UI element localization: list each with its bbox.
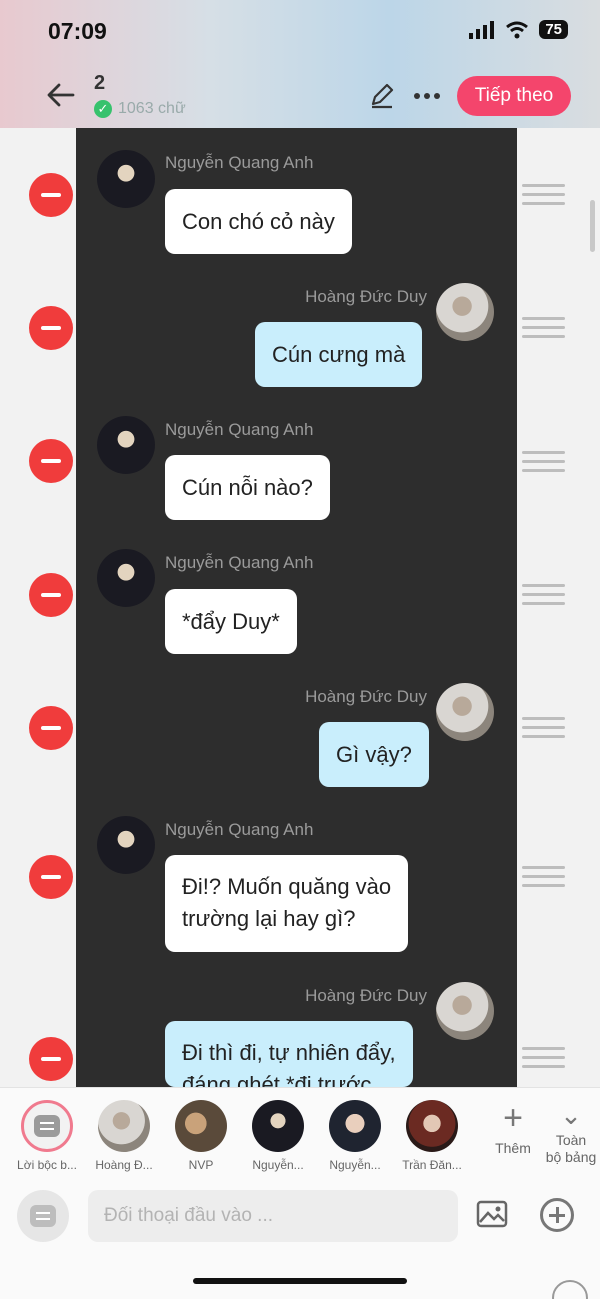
character-label: Trần Đăn... xyxy=(402,1158,462,1172)
dialogue-input[interactable] xyxy=(88,1190,458,1242)
edit-button[interactable] xyxy=(368,82,396,110)
all-characters-button[interactable]: ⌄ Toàn bộ bảng xyxy=(536,1100,600,1166)
sender-name: Nguyễn Quang Anh xyxy=(165,153,314,172)
character-label: Nguyễn... xyxy=(252,1158,304,1172)
message-bubble[interactable]: Đi!? Muốn quăng vào trường lại hay gì? xyxy=(165,855,409,952)
character-item[interactable]: Nguyễn... xyxy=(320,1100,390,1172)
status-time: 07:09 xyxy=(48,18,107,44)
home-indicator xyxy=(193,1278,407,1284)
add-button[interactable] xyxy=(540,1198,574,1232)
wifi-icon xyxy=(506,21,529,38)
avatar xyxy=(97,150,155,208)
character-bar: Lời bộc b... Hoàng Đ... NVP Nguyễn... Ng… xyxy=(0,1087,600,1177)
narration-toggle-button[interactable] xyxy=(17,1190,69,1242)
message-bubble[interactable]: Cún cưng mà xyxy=(255,322,423,387)
narration-avatar xyxy=(21,1100,73,1152)
more-button[interactable] xyxy=(410,82,444,110)
character-item[interactable]: Trần Đăn... xyxy=(397,1100,467,1172)
image-button[interactable] xyxy=(476,1200,508,1230)
drag-handle-icon[interactable] xyxy=(522,584,565,606)
sender-name: Hoàng Đức Duy xyxy=(305,287,427,306)
character-label: NVP xyxy=(188,1158,214,1172)
avatar xyxy=(97,549,155,607)
sender-name: Hoàng Đức Duy xyxy=(305,687,427,706)
character-item[interactable]: Nguyễn... xyxy=(243,1100,313,1172)
character-narration[interactable]: Lời bộc b... xyxy=(12,1100,82,1172)
next-button[interactable]: Tiếp theo xyxy=(457,76,571,116)
message-bubble[interactable]: *đẩy Duy* xyxy=(165,589,297,654)
signal-icon xyxy=(469,20,495,39)
avatar xyxy=(252,1100,304,1152)
delete-message-button[interactable] xyxy=(29,706,73,750)
drag-handle-icon[interactable] xyxy=(522,1047,565,1069)
reorder-gutter xyxy=(517,128,600,1088)
sender-name: Hoàng Đức Duy xyxy=(305,986,427,1005)
drag-handle-icon[interactable] xyxy=(522,317,565,339)
avatar xyxy=(97,416,155,474)
drag-handle-icon[interactable] xyxy=(522,184,565,206)
image-icon xyxy=(476,1200,508,1228)
delete-message-button[interactable] xyxy=(29,439,73,483)
avatar xyxy=(436,683,494,741)
delete-message-button[interactable] xyxy=(29,573,73,617)
avatar xyxy=(406,1100,458,1152)
message-bubble[interactable]: Cún nỗi nào? xyxy=(165,455,330,520)
character-label: Lời bộc b... xyxy=(17,1158,77,1172)
character-item[interactable]: NVP xyxy=(166,1100,236,1172)
drag-handle-icon[interactable] xyxy=(522,717,565,739)
sender-name: Nguyễn Quang Anh xyxy=(165,820,314,839)
sender-name: Nguyễn Quang Anh xyxy=(165,420,314,439)
delete-message-button[interactable] xyxy=(29,1037,73,1081)
avatar xyxy=(97,816,155,874)
character-label: Hoàng Đ... xyxy=(95,1158,153,1172)
delete-message-button[interactable] xyxy=(29,306,73,350)
chat-bubble-icon xyxy=(30,1205,56,1227)
word-count: ✓ 1063 chữ xyxy=(94,100,186,118)
message-bubble[interactable]: Con chó cỏ này xyxy=(165,189,352,254)
avatar xyxy=(436,982,494,1040)
pencil-icon xyxy=(371,83,394,109)
drag-handle-icon[interactable] xyxy=(522,866,565,888)
arrow-left-icon xyxy=(47,83,75,107)
top-bar: 07:09 75 2 ✓ 1063 chữ Tiếp theo xyxy=(0,0,600,128)
scrollbar[interactable] xyxy=(590,200,595,252)
avatar xyxy=(436,283,494,341)
status-icons: 75 xyxy=(469,20,568,39)
message-count: 2 xyxy=(94,72,106,94)
chat-bubble-icon xyxy=(34,1115,60,1137)
avatar xyxy=(175,1100,227,1152)
message-bubble[interactable]: Gì vậy? xyxy=(319,722,429,787)
avatar xyxy=(98,1100,150,1152)
drag-handle-icon[interactable] xyxy=(522,451,565,473)
sender-name: Nguyễn Quang Anh xyxy=(165,553,314,572)
back-button[interactable] xyxy=(44,78,78,112)
word-count-text: 1063 chữ xyxy=(118,100,186,117)
more-dots-icon xyxy=(414,93,420,99)
all-label: Toàn bộ bảng xyxy=(545,1132,597,1165)
character-label: Nguyễn... xyxy=(329,1158,381,1172)
avatar xyxy=(329,1100,381,1152)
character-item[interactable]: Hoàng Đ... xyxy=(89,1100,159,1172)
chevron-down-icon: ⌄ xyxy=(560,1100,582,1130)
check-icon: ✓ xyxy=(94,100,112,118)
battery-level: 75 xyxy=(539,20,568,39)
message-bubble[interactable]: Đi thì đi, tự nhiên đẩy, đáng ghét *đi t… xyxy=(165,1021,413,1087)
delete-message-button[interactable] xyxy=(29,173,73,217)
delete-message-button[interactable] xyxy=(29,855,73,899)
